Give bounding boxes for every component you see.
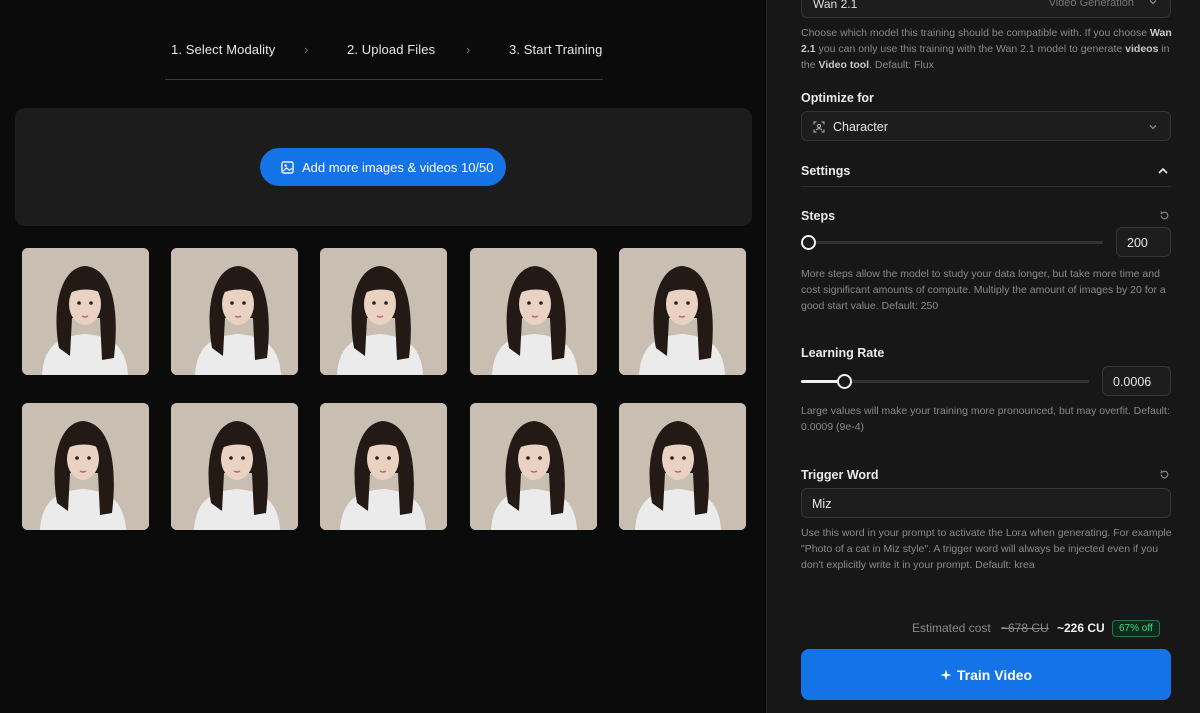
uploaded-image-thumbnail[interactable] [171, 403, 298, 530]
learning-rate-help: Large values will make your training mor… [801, 405, 1170, 433]
portrait-image [171, 403, 298, 530]
optimize-value: Character [833, 120, 888, 134]
upload-dropzone[interactable]: Add more images & videos 10/50 [15, 108, 752, 226]
portrait-image [470, 403, 597, 530]
chevron-right-icon: › [304, 42, 309, 57]
uploaded-image-thumbnail[interactable] [320, 403, 447, 530]
model-help: Choose which model this training should … [801, 27, 1172, 71]
trigger-word-label: Trigger Word [801, 468, 879, 482]
uploaded-image-thumbnail[interactable] [619, 403, 746, 530]
reset-icon[interactable] [1159, 469, 1170, 480]
portrait-image [470, 248, 597, 375]
portrait-image [619, 248, 746, 375]
face-scan-icon [813, 121, 825, 133]
steps-label: Steps [801, 209, 836, 223]
train-video-label: Train Video [956, 666, 1033, 683]
steps-help: More steps allow the model to study your… [801, 268, 1166, 312]
trigger-word-help: Use this word in your prompt to activate… [801, 527, 1172, 571]
stepper: 1. Select Modality › 2. Upload Files › 3… [165, 30, 603, 80]
learning-rate-slider-handle[interactable] [837, 374, 852, 389]
discounted-cost: ~226 CU [1057, 621, 1105, 635]
original-cost: ~678 CU [1001, 621, 1049, 635]
step-select-modality[interactable]: 1. Select Modality [171, 42, 275, 57]
sparkle-icon [940, 669, 952, 680]
estimated-cost-label: Estimated cost [912, 621, 991, 635]
chevron-up-icon[interactable] [1157, 165, 1169, 177]
uploaded-image-thumbnail[interactable] [22, 403, 149, 530]
portrait-image [619, 403, 746, 530]
step-upload-files[interactable]: 2. Upload Files [347, 42, 435, 57]
optimize-select[interactable]: Character [801, 111, 1171, 141]
chevron-down-icon [1149, 0, 1157, 5]
settings-label: Settings [801, 164, 851, 178]
uploaded-image-thumbnail[interactable] [171, 248, 298, 375]
divider [801, 186, 1171, 187]
learning-rate-input[interactable]: 0.0006 [1102, 366, 1171, 396]
step-start-training[interactable]: 3. Start Training [509, 42, 602, 57]
trigger-word-input[interactable]: Miz [801, 488, 1171, 518]
portrait-image [320, 403, 447, 530]
main-area: 1. Select Modality › 2. Upload Files › 3… [0, 0, 766, 713]
learning-rate-label: Learning Rate [801, 346, 885, 360]
portrait-image [320, 248, 447, 375]
optimize-label: Optimize for [801, 91, 874, 105]
train-video-button[interactable]: Train Video [801, 649, 1171, 700]
uploaded-image-thumbnail[interactable] [470, 248, 597, 375]
model-select-value: Wan 2.1 [813, 0, 858, 11]
add-media-label: Add more images & videos 10/50 [302, 159, 494, 175]
image-plus-icon [281, 160, 294, 174]
settings-panel: Wan 2.1 Video Generation Choose which mo… [766, 0, 1200, 713]
uploaded-image-thumbnail[interactable] [470, 403, 597, 530]
add-media-button[interactable]: Add more images & videos 10/50 [260, 148, 506, 186]
steps-slider-handle[interactable] [801, 235, 816, 250]
uploaded-image-thumbnail[interactable] [22, 248, 149, 375]
steps-slider-track[interactable] [808, 241, 1103, 244]
discount-badge: 67% off [1112, 620, 1160, 637]
chevron-right-icon: › [466, 42, 471, 57]
portrait-image [22, 248, 149, 375]
model-select-tag: Video Generation [1048, 0, 1134, 9]
reset-icon[interactable] [1159, 210, 1170, 221]
uploaded-image-thumbnail[interactable] [619, 248, 746, 375]
model-select[interactable]: Wan 2.1 Video Generation [801, 0, 1171, 18]
portrait-image [171, 248, 298, 375]
portrait-image [22, 403, 149, 530]
uploaded-image-thumbnail[interactable] [320, 248, 447, 375]
chevron-down-icon [1149, 125, 1157, 130]
steps-input[interactable]: 200 [1116, 227, 1171, 257]
